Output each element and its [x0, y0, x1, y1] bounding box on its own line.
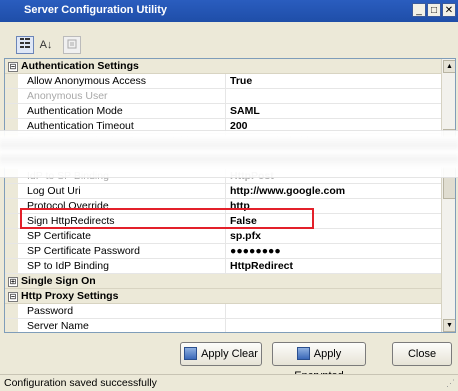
resize-grip-icon[interactable]: ⋰ — [446, 378, 455, 389]
status-bar: Configuration saved successfully ⋰ — [0, 374, 458, 391]
property-value[interactable]: True — [225, 74, 444, 88]
property-name: Single Sign On — [21, 275, 96, 287]
property-row[interactable]: Log Out Uri http://www.google.com — [5, 184, 441, 199]
property-grid: ⊟ Authentication Settings Allow Anonymous … — [4, 58, 456, 333]
torn-edge-shadow — [0, 136, 458, 168]
server-configuration-window: Server Configuration Utility _ □ ✕ A↓ ⊟ A… — [0, 0, 458, 391]
property-value[interactable] — [225, 89, 444, 103]
property-value[interactable]: HttpRedirect — [225, 259, 444, 273]
row-gutter — [5, 319, 18, 332]
property-value[interactable]: SAML — [225, 104, 444, 118]
button-bar: Apply Clear Apply Encrypted Close — [0, 336, 458, 382]
save-icon — [184, 346, 198, 360]
row-gutter — [5, 304, 18, 318]
property-value[interactable] — [225, 304, 444, 318]
property-row[interactable]: Allow Anonymous Access True — [5, 74, 441, 89]
row-gutter — [5, 199, 18, 213]
property-row[interactable]: SP Certificate Password ●●●●●●●● — [5, 244, 441, 259]
property-name: Authentication Mode — [27, 105, 123, 117]
window-title: Server Configuration Utility — [24, 4, 168, 16]
property-name: Log Out Uri — [27, 185, 81, 197]
property-name: Password — [27, 305, 74, 317]
row-gutter — [5, 244, 18, 258]
expand-icon[interactable]: ⊞ — [8, 277, 18, 287]
property-grid-toolbar: A↓ — [0, 22, 458, 58]
alphabetical-sort-icon[interactable]: A↓ — [37, 36, 55, 54]
property-row[interactable]: SP Certificate sp.pfx — [5, 229, 441, 244]
title-bar[interactable]: Server Configuration Utility _ □ ✕ — [0, 0, 458, 22]
property-name: SP Certificate Password — [27, 245, 141, 257]
row-gutter — [5, 229, 18, 243]
close-button[interactable]: Close — [392, 342, 452, 366]
apply-clear-label: Apply Clear — [201, 348, 258, 360]
vertical-scrollbar[interactable]: ▲ ▼ — [441, 59, 455, 332]
property-name: Http Proxy Settings — [21, 290, 119, 302]
property-name: SP Certificate — [27, 230, 91, 242]
row-gutter — [5, 259, 18, 273]
property-row[interactable]: SP to IdP Binding HttpRedirect — [5, 259, 441, 274]
category-row[interactable]: ⊟ Authentication Settings — [5, 59, 441, 74]
property-value[interactable]: ●●●●●●●● — [225, 244, 444, 258]
property-row[interactable]: Anonymous User — [5, 89, 441, 104]
category-row[interactable]: ⊟ Http Proxy Settings — [5, 289, 441, 304]
maximize-button[interactable]: □ — [427, 3, 441, 17]
apply-encrypted-button[interactable]: Apply Encrypted — [272, 342, 366, 382]
property-row[interactable]: Authentication Mode SAML — [5, 104, 441, 119]
property-name: Anonymous User — [27, 90, 108, 102]
property-pages-icon[interactable] — [63, 36, 81, 54]
property-value[interactable]: sp.pfx — [225, 229, 444, 243]
collapse-icon[interactable]: ⊟ — [8, 292, 18, 302]
scroll-up-arrow-icon[interactable]: ▲ — [443, 60, 455, 73]
row-gutter — [5, 214, 18, 228]
sign-httpredirects-highlight — [20, 208, 314, 229]
scroll-down-arrow-icon[interactable]: ▼ — [443, 319, 455, 332]
property-name: Server Name — [27, 320, 89, 332]
row-gutter — [5, 104, 18, 118]
minimize-button[interactable]: _ — [412, 3, 426, 17]
categorized-icon[interactable] — [16, 36, 34, 54]
property-name: Allow Anonymous Access — [27, 75, 147, 87]
row-gutter — [5, 74, 18, 88]
property-value[interactable] — [225, 319, 444, 332]
encrypt-save-icon — [296, 346, 310, 360]
property-name: Authentication Settings — [21, 60, 139, 72]
apply-clear-button[interactable]: Apply Clear — [180, 342, 262, 366]
property-name: SP to IdP Binding — [27, 260, 109, 272]
category-row[interactable]: ⊞ Single Sign On — [5, 274, 441, 289]
row-gutter — [5, 184, 18, 198]
property-row[interactable]: Server Name — [5, 319, 444, 332]
close-window-button[interactable]: ✕ — [442, 3, 456, 17]
collapse-icon[interactable]: ⊟ — [8, 62, 18, 72]
row-gutter — [5, 89, 18, 103]
property-row[interactable]: Password — [5, 304, 441, 319]
status-message: Configuration saved successfully — [4, 377, 157, 389]
property-value[interactable]: http://www.google.com — [225, 184, 444, 198]
